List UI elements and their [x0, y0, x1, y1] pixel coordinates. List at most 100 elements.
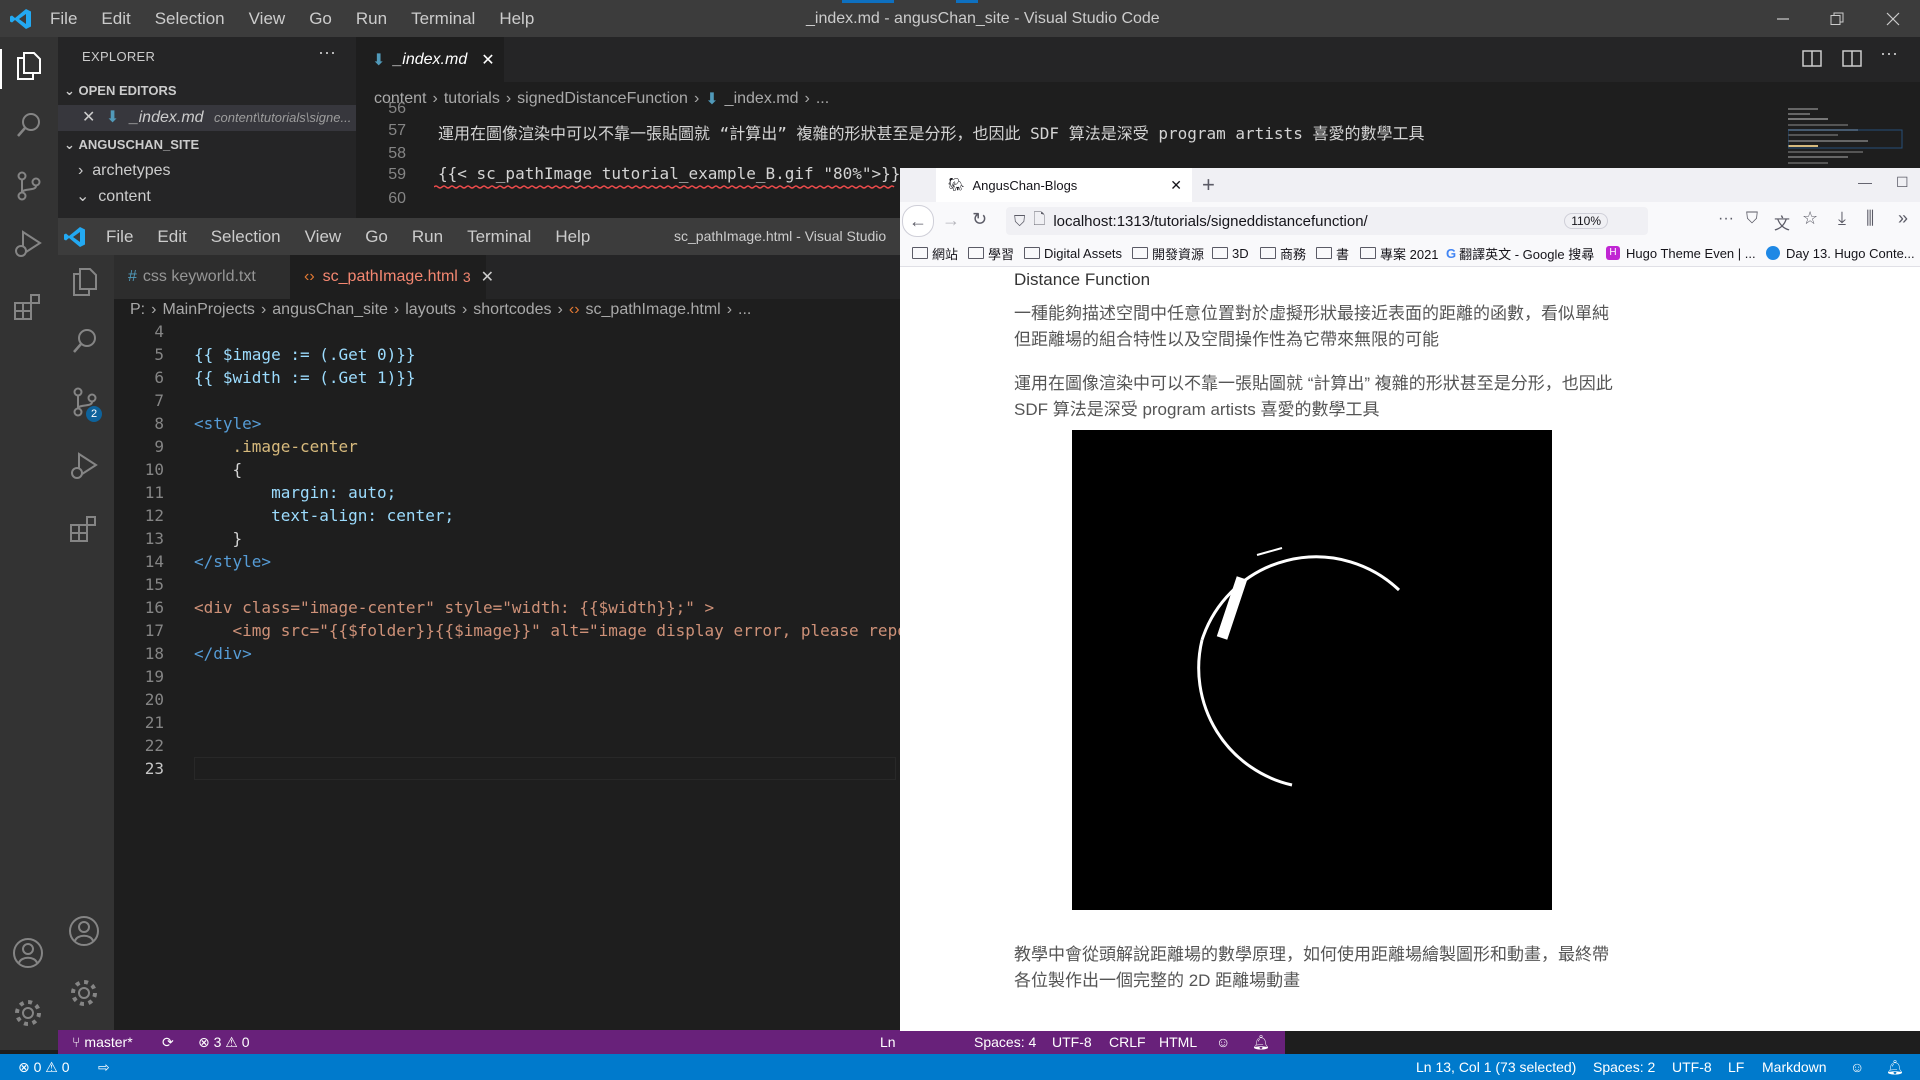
indent-status[interactable]: Spaces: 4	[974, 1030, 1036, 1054]
more-actions-icon[interactable]: ···	[318, 39, 336, 65]
account-icon[interactable]	[12, 937, 44, 969]
menu-terminal[interactable]: Terminal	[455, 227, 543, 247]
front-editor[interactable]: 4 5{{ $image := (.Get 0)}} 6{{ $width :=…	[114, 320, 900, 1030]
notifications-bell-icon[interactable]: 🔔︎	[1252, 1030, 1270, 1054]
forward-arrow-icon[interactable]: →	[942, 210, 960, 231]
bookmark-folder[interactable]: 商務	[1260, 240, 1306, 266]
menu-edit[interactable]: Edit	[89, 9, 142, 29]
folder-archetypes[interactable]: › archetypes	[78, 158, 170, 184]
tab-sc-pathimage[interactable]: ‹› sc_pathImage.html 3 ✕	[290, 255, 494, 299]
manage-gear-icon[interactable]	[68, 977, 100, 1009]
branch-status[interactable]: ⑂ master*	[72, 1030, 133, 1054]
menu-help[interactable]: Help	[487, 9, 546, 29]
run-debug-icon[interactable]	[69, 451, 99, 481]
menu-go[interactable]: Go	[297, 9, 344, 29]
menu-help[interactable]: Help	[543, 227, 602, 247]
explorer-icon[interactable]	[15, 51, 43, 81]
feedback-icon[interactable]: ☺	[1216, 1030, 1230, 1054]
menu-file[interactable]: File	[38, 9, 89, 29]
breadcrumb-item[interactable]: angusChan_site	[272, 301, 388, 319]
menu-run[interactable]: Run	[344, 9, 399, 29]
menu-terminal[interactable]: Terminal	[399, 9, 487, 29]
cursor-position[interactable]: Ln 13, Col 1 (73 selected)	[1416, 1054, 1576, 1080]
close-icon[interactable]: ✕	[82, 109, 95, 126]
minimize-button[interactable]: —	[1858, 174, 1872, 190]
overflow-chevron-icon[interactable]: »	[1898, 208, 1908, 229]
zoom-level[interactable]: 110%	[1564, 213, 1608, 229]
bookmark-link[interactable]: Day 13. Hugo Conte...	[1766, 240, 1915, 266]
bookmark-folder[interactable]: 3D	[1212, 240, 1249, 266]
menu-file[interactable]: File	[94, 227, 145, 247]
menu-run[interactable]: Run	[400, 227, 455, 247]
tab-css-keyworld[interactable]: # css keyworld.txt	[114, 255, 290, 299]
minimap[interactable]	[1788, 104, 1906, 174]
breadcrumb-item[interactable]: layouts	[405, 301, 456, 319]
explorer-icon[interactable]	[71, 267, 99, 297]
back-editor[interactable]: 56 57 運用在圖像渲染中可以不靠一張貼圖就 “計算出” 複雜的形狀甚至是分形…	[356, 100, 1776, 168]
bookmark-folder[interactable]: 網站	[912, 240, 958, 266]
bookmark-star-icon[interactable]: ☆	[1802, 208, 1818, 229]
bookmark-link[interactable]: H Hugo Theme Even | ...	[1606, 240, 1756, 266]
breadcrumb-item[interactable]: sc_pathImage.html	[586, 301, 721, 319]
indent-status[interactable]: Spaces: 2	[1593, 1054, 1655, 1080]
search-icon[interactable]	[15, 111, 43, 139]
breadcrumb-item[interactable]: tutorials	[444, 90, 500, 108]
eol-status[interactable]: CRLF	[1109, 1030, 1146, 1054]
menu-selection[interactable]: Selection	[199, 227, 293, 247]
manage-gear-icon[interactable]	[12, 997, 44, 1029]
restore-button[interactable]	[1810, 0, 1864, 37]
breadcrumb-item[interactable]: _index.md	[725, 90, 799, 108]
bookmark-folder[interactable]: 書	[1316, 240, 1349, 266]
tab-index-md[interactable]: ⬇ _index.md ✕	[356, 37, 504, 82]
language-status[interactable]: Markdown	[1762, 1054, 1827, 1080]
account-icon[interactable]	[68, 915, 100, 947]
close-tab-icon[interactable]: ✕	[1170, 177, 1182, 194]
encoding-status[interactable]: UTF-8	[1052, 1030, 1092, 1054]
browser-tab[interactable]: 🐘︎ AngusChan-Blogs ✕	[936, 168, 1192, 202]
breadcrumb-item[interactable]: P:	[130, 301, 145, 319]
extensions-icon[interactable]	[13, 291, 43, 321]
bookmark-folder[interactable]: Digital Assets	[1024, 240, 1122, 266]
open-preview-icon[interactable]	[1802, 49, 1822, 69]
source-control-icon[interactable]	[15, 171, 43, 201]
back-editor-lower[interactable]: 59 {{< sc_pathImage tutorial_example_B.g…	[356, 164, 900, 208]
menu-selection[interactable]: Selection	[143, 9, 237, 29]
breadcrumb-item[interactable]: signedDistanceFunction	[517, 90, 688, 108]
bookmark-link[interactable]: G 翻譯英文 - Google 搜尋	[1446, 240, 1594, 266]
translate-icon[interactable]: 文	[1774, 210, 1790, 234]
eol-status[interactable]: LF	[1728, 1054, 1744, 1080]
pocket-icon[interactable]: ⛉	[1746, 210, 1758, 228]
language-status[interactable]: HTML	[1159, 1030, 1197, 1054]
menu-go[interactable]: Go	[353, 227, 400, 247]
reload-icon[interactable]: ↻	[972, 209, 987, 230]
minimize-button[interactable]	[1756, 0, 1810, 37]
encoding-status[interactable]: UTF-8	[1672, 1054, 1712, 1080]
page-actions-icon[interactable]: ···	[1718, 210, 1734, 228]
search-icon[interactable]	[71, 327, 99, 355]
project-section[interactable]: ⌄ ANGUSCHAN_SITE	[64, 132, 199, 158]
split-editor-icon[interactable]	[1842, 49, 1862, 69]
breadcrumb-item[interactable]: ...	[738, 301, 751, 319]
breadcrumb-item[interactable]: ...	[816, 90, 829, 108]
problems-status[interactable]: ⊗ 0 ⚠ 0	[18, 1054, 70, 1080]
close-icon[interactable]: ✕	[481, 50, 494, 70]
menu-view[interactable]: View	[293, 227, 354, 247]
bookmark-folder[interactable]: 學習	[968, 240, 1014, 266]
live-share-icon[interactable]: ⇨	[98, 1054, 110, 1080]
folder-content[interactable]: ⌄ content	[76, 184, 151, 210]
open-editors-section[interactable]: ⌄ OPEN EDITORS	[64, 78, 177, 104]
feedback-icon[interactable]: ☺	[1850, 1054, 1864, 1080]
close-icon[interactable]: ✕	[481, 267, 494, 287]
downloads-icon[interactable]: ⤓	[1838, 208, 1846, 229]
more-actions-icon[interactable]: ···	[1880, 43, 1898, 64]
extensions-icon[interactable]	[69, 513, 99, 543]
new-tab-button[interactable]: +	[1202, 172, 1215, 198]
back-arrow-icon[interactable]: ←	[902, 205, 934, 237]
menu-view[interactable]: View	[237, 9, 298, 29]
problems-status[interactable]: ⊗ 3 ⚠ 0	[198, 1030, 250, 1054]
notifications-bell-icon[interactable]: 🔔︎	[1886, 1054, 1904, 1080]
menu-edit[interactable]: Edit	[145, 227, 198, 247]
open-editor-item[interactable]: ✕ ⬇ _index.md content\tutorials\signe...	[58, 105, 356, 131]
close-window-button[interactable]	[1866, 0, 1920, 37]
maximize-button[interactable]: ☐	[1896, 174, 1909, 191]
